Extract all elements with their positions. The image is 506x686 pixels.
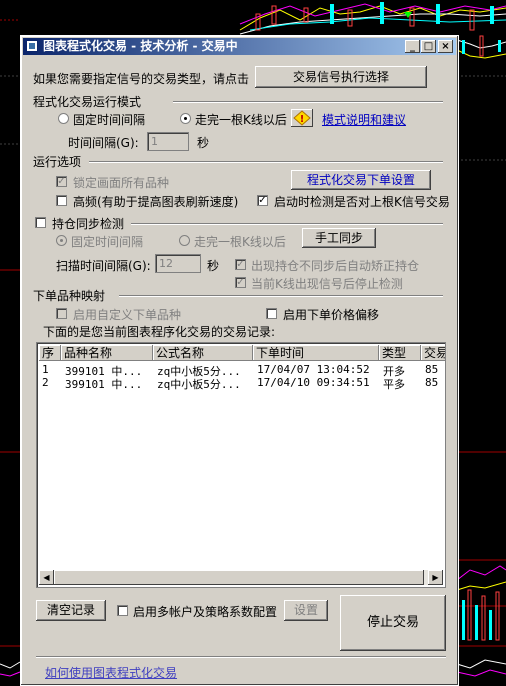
intro-text: 如果您需要指定信号的交易类型，请点击 xyxy=(33,72,250,86)
col-header-type[interactable]: 类型 xyxy=(379,345,421,361)
trading-dialog: 图表程式化交易 - 技术分析 - 交易中 _ □ × 如果您需要指定信号的交易类… xyxy=(20,35,459,686)
row-formula: zq中小板5分... xyxy=(157,378,241,391)
sync-divider xyxy=(131,223,443,225)
app-icon xyxy=(26,40,38,52)
clear-records-button[interactable]: 清空记录 xyxy=(36,600,106,621)
mode-afterbar-radio[interactable] xyxy=(180,113,191,124)
custom-product-label: 启用自定义下单品种 xyxy=(73,308,182,322)
scan-interval-input[interactable]: 12 xyxy=(155,254,201,273)
scroll-left-icon[interactable]: ◀ xyxy=(39,570,54,585)
row-time: 17/04/07 13:04:52 xyxy=(257,363,370,376)
startup-check-label: 启动时检测是否对上根K信号交易 xyxy=(274,195,450,209)
mode-divider xyxy=(173,101,443,103)
options-divider xyxy=(89,161,443,163)
row-time: 17/04/10 09:34:51 xyxy=(257,376,370,389)
sync-fixed-radio[interactable] xyxy=(56,235,67,246)
footer-divider xyxy=(36,656,446,658)
order-settings-button[interactable]: 程式化交易下单设置 xyxy=(291,170,431,190)
minimize-button[interactable]: _ xyxy=(405,40,420,53)
auto-correct-label: 出现持仓不同步后自动矫正持仓 xyxy=(251,259,420,273)
row-trade: 85 xyxy=(425,376,439,389)
mode-interval-label: 时间间隔(G): xyxy=(68,136,139,150)
stop-on-signal-label: 当前K线出现信号后停止检测 xyxy=(251,277,403,291)
mapping-divider xyxy=(119,295,443,297)
auto-correct-checkbox[interactable]: ✓ xyxy=(235,259,246,270)
mapping-group-label: 下单品种映射 xyxy=(33,289,106,303)
signal-select-button[interactable]: 交易信号执行选择 xyxy=(255,66,427,88)
records-table[interactable]: 序 品种名称 公式名称 下单时间 类型 交易 1 399101 中... zq中… xyxy=(36,342,446,588)
multi-account-settings-button[interactable]: 设置 xyxy=(284,600,328,621)
mode-afterbar-label: 走完一根K线以后 xyxy=(195,113,287,127)
usage-help-link[interactable]: 如何使用图表程式化交易 xyxy=(45,664,177,681)
scan-interval-label: 扫描时间间隔(G): xyxy=(56,259,151,273)
startup-check-checkbox[interactable]: ✓ xyxy=(257,195,268,206)
row-type: 平多 xyxy=(383,378,405,391)
col-header-formula[interactable]: 公式名称 xyxy=(153,345,253,361)
col-header-trade[interactable]: 交易 xyxy=(421,345,445,361)
scroll-right-icon[interactable]: ▶ xyxy=(428,570,443,585)
horizontal-scrollbar[interactable]: ◀ ▶ xyxy=(39,570,443,585)
price-offset-label: 启用下单价格偏移 xyxy=(283,308,380,322)
stop-on-signal-checkbox[interactable]: ✓ xyxy=(235,277,246,288)
mode-interval-unit: 秒 xyxy=(197,136,210,150)
row-index: 1 xyxy=(42,363,49,376)
sync-afterbar-radio[interactable] xyxy=(179,235,190,246)
custom-product-checkbox[interactable] xyxy=(56,308,67,319)
stop-trading-button[interactable]: 停止交易 xyxy=(340,595,446,651)
multi-account-checkbox[interactable] xyxy=(117,605,128,616)
scroll-thumb[interactable] xyxy=(54,570,424,585)
scan-interval-unit: 秒 xyxy=(207,259,220,273)
high-freq-checkbox[interactable] xyxy=(56,195,67,206)
lock-products-checkbox[interactable]: ✓ xyxy=(56,176,67,187)
warning-icon[interactable]: ! xyxy=(291,109,313,127)
manual-sync-button[interactable]: 手工同步 xyxy=(302,228,376,248)
window-title: 图表程式化交易 - 技术分析 - 交易中 xyxy=(43,39,238,53)
mode-group-label: 程式化交易运行模式 xyxy=(33,95,142,109)
sync-fixed-label: 固定时间间隔 xyxy=(71,235,144,249)
col-header-product[interactable]: 品种名称 xyxy=(61,345,153,361)
options-group-label: 运行选项 xyxy=(33,155,82,169)
maximize-button[interactable]: □ xyxy=(421,40,436,53)
close-button[interactable]: × xyxy=(438,40,453,53)
mode-interval-input[interactable]: 1 xyxy=(147,132,189,151)
col-header-index[interactable]: 序 xyxy=(39,345,61,361)
row-product: 399101 中... xyxy=(65,378,143,391)
lock-products-label: 锁定画面所有品种 xyxy=(73,176,170,190)
sync-group-label: 持仓同步检测 xyxy=(52,217,125,231)
multi-account-label: 启用多帐户及策略系数配置 xyxy=(133,605,278,619)
title-bar[interactable]: 图表程式化交易 - 技术分析 - 交易中 _ □ × xyxy=(23,38,456,55)
svg-text:!: ! xyxy=(300,114,305,125)
high-freq-label: 高频(有助于提高图表刷新速度) xyxy=(73,195,239,209)
sync-checkbox[interactable] xyxy=(35,217,46,228)
sync-afterbar-label: 走完一根K线以后 xyxy=(194,235,286,249)
mode-help-link[interactable]: 模式说明和建议 xyxy=(322,111,406,128)
col-header-time[interactable]: 下单时间 xyxy=(253,345,379,361)
mode-fixed-radio[interactable] xyxy=(58,113,69,124)
row-trade: 85 xyxy=(425,363,439,376)
records-caption: 下面的是您当前图表程序化交易的交易记录: xyxy=(43,325,276,339)
row-index: 2 xyxy=(42,376,49,389)
mode-fixed-label: 固定时间间隔 xyxy=(73,113,146,127)
price-offset-checkbox[interactable] xyxy=(266,308,277,319)
